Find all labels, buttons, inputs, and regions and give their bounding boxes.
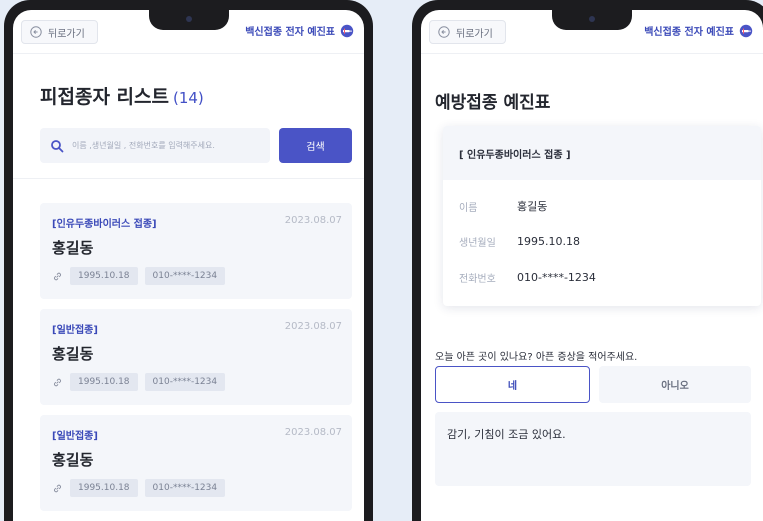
record-date: 2023.08.07 bbox=[284, 321, 342, 332]
info-label: 전화번호 bbox=[459, 274, 496, 285]
record-date: 2023.08.07 bbox=[284, 427, 342, 438]
link-icon bbox=[54, 378, 61, 386]
search-icon bbox=[51, 139, 64, 152]
vaccine-type: [일반접종] bbox=[52, 325, 98, 336]
info-row-birth: 생년월일 1995.10.18 bbox=[459, 234, 580, 249]
brand-label: 백신접종 전자 예진표 bbox=[245, 27, 335, 38]
device-list: 뒤로가기 백신접종 전자 예진표 피접종자 리스트(14) 검색 bbox=[4, 0, 373, 521]
brand-label: 백신접종 전자 예진표 bbox=[644, 27, 734, 38]
camera-notch bbox=[552, 10, 632, 30]
phone-chip: 010-****-1234 bbox=[144, 373, 226, 391]
back-arrow-icon bbox=[30, 26, 42, 38]
birth-chip: 1995.10.18 bbox=[70, 479, 138, 497]
info-row-phone: 전화번호 010-****-1234 bbox=[459, 270, 596, 285]
patient-meta: 1995.10.18 010-****-1234 bbox=[52, 267, 226, 285]
list-screen: 뒤로가기 백신접종 전자 예진표 피접종자 리스트(14) 검색 bbox=[13, 10, 364, 521]
list-title-text: 피접종자 리스트 bbox=[40, 86, 169, 108]
yes-option-button[interactable]: 네 bbox=[435, 366, 590, 403]
syringe-icon bbox=[739, 24, 753, 37]
patient-info-panel: [ 인유두종바이러스 접종 ] 이름 홍길동 생년월일 1995.10.18 전… bbox=[443, 126, 761, 306]
birth-chip: 1995.10.18 bbox=[70, 267, 138, 285]
record-count: (14) bbox=[172, 89, 204, 107]
patient-card[interactable]: [일반접종] 2023.08.07 홍길동 1995.10.18 010-***… bbox=[40, 309, 352, 405]
syringe-icon bbox=[340, 24, 354, 37]
info-value: 010-****-1234 bbox=[517, 271, 596, 284]
record-date: 2023.08.07 bbox=[284, 215, 342, 226]
back-arrow-icon bbox=[438, 26, 450, 38]
no-option-button[interactable]: 아니오 bbox=[599, 366, 751, 403]
vaccine-type: [일반접종] bbox=[52, 431, 98, 442]
patient-meta: 1995.10.18 010-****-1234 bbox=[52, 479, 226, 497]
page-title: 피접종자 리스트 (14) bbox=[40, 82, 204, 109]
link-icon bbox=[54, 272, 61, 280]
phone-chip: 010-****-1234 bbox=[144, 267, 226, 285]
info-label: 이름 bbox=[459, 202, 478, 214]
info-value: 홍길동 bbox=[517, 200, 548, 213]
back-label: 뒤로가기 bbox=[48, 28, 85, 40]
search-button[interactable]: 검색 bbox=[279, 128, 352, 163]
patient-card[interactable]: [일반접종] 2023.08.07 홍길동 1995.10.18 010-***… bbox=[40, 415, 352, 511]
back-button[interactable]: 뒤로가기 bbox=[429, 20, 506, 44]
back-button[interactable]: 뒤로가기 bbox=[21, 20, 98, 44]
phone-chip: 010-****-1234 bbox=[144, 479, 226, 497]
brand-title: 백신접종 전자 예진표 bbox=[644, 23, 753, 38]
link-icon bbox=[54, 484, 61, 492]
patient-meta: 1995.10.18 010-****-1234 bbox=[52, 373, 226, 391]
vaccine-type: [인유두종바이러스 접종] bbox=[52, 219, 157, 230]
info-value: 1995.10.18 bbox=[517, 235, 580, 248]
device-form: 뒤로가기 백신접종 전자 예진표 예방접종 예진표 [ 인유두종바이러스 접종 … bbox=[412, 0, 763, 521]
search-box bbox=[40, 128, 270, 163]
birth-chip: 1995.10.18 bbox=[70, 373, 138, 391]
back-label: 뒤로가기 bbox=[456, 28, 493, 40]
divider bbox=[13, 178, 364, 179]
symptom-question: 오늘 아픈 곳이 있나요? 아픈 증상을 적어주세요. bbox=[435, 352, 638, 363]
patient-card[interactable]: [인유두종바이러스 접종] 2023.08.07 홍길동 1995.10.18 … bbox=[40, 203, 352, 299]
form-screen: 뒤로가기 백신접종 전자 예진표 예방접종 예진표 [ 인유두종바이러스 접종 … bbox=[421, 10, 763, 521]
symptom-textarea[interactable]: 감기, 기침이 조금 있어요. bbox=[435, 412, 751, 486]
info-row-name: 이름 홍길동 bbox=[459, 198, 547, 214]
patient-name: 홍길동 bbox=[52, 451, 94, 469]
page-title: 예방접종 예진표 bbox=[435, 93, 551, 113]
brand-title: 백신접종 전자 예진표 bbox=[245, 23, 354, 38]
patient-name: 홍길동 bbox=[52, 239, 94, 257]
vaccine-type: [ 인유두종바이러스 접종 ] bbox=[443, 126, 761, 180]
info-label: 생년월일 bbox=[459, 238, 496, 249]
camera-notch bbox=[148, 10, 229, 30]
patient-name: 홍길동 bbox=[52, 345, 94, 363]
search-input[interactable] bbox=[72, 141, 262, 150]
